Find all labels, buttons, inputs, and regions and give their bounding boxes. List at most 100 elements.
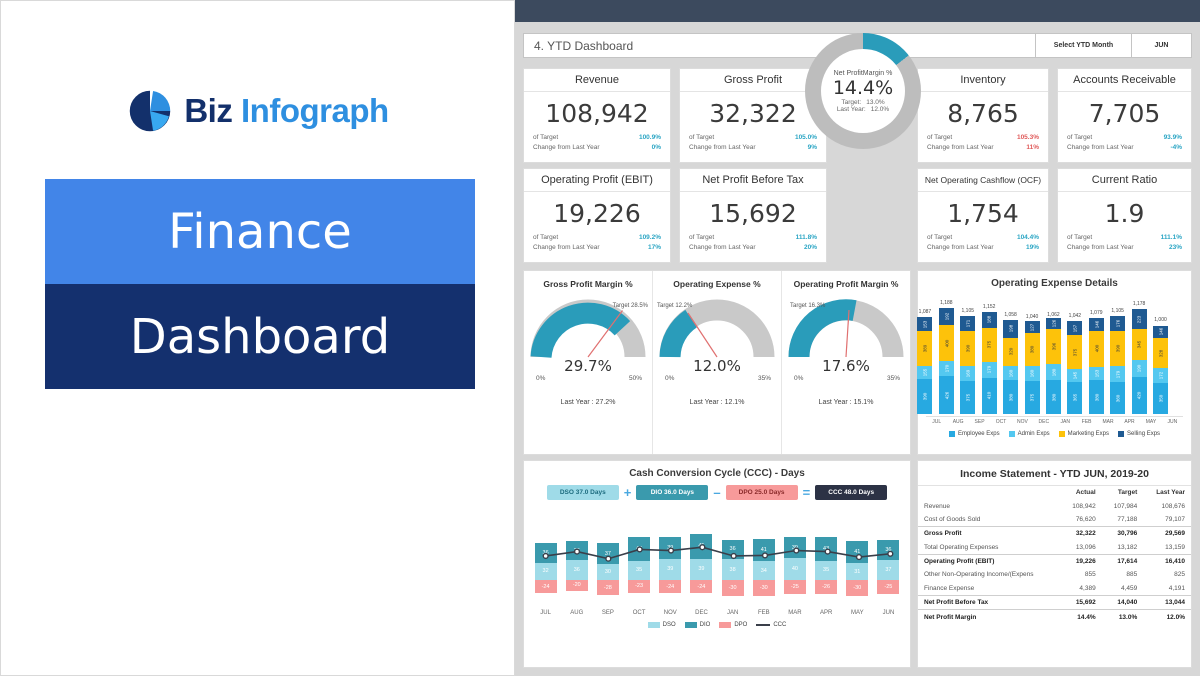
row-value: 4,191: [1143, 582, 1191, 596]
opex-segment-label: 410: [987, 392, 992, 400]
opex-bar: 1,042157375145365: [1067, 321, 1082, 414]
kpi-change-row: Change from Last Year 19%: [918, 242, 1048, 252]
axis-tick: JAN: [1055, 419, 1076, 425]
donut-target-value: 13.0%: [866, 99, 884, 106]
opex-segment-label: 126: [1051, 320, 1056, 328]
opex-segment: 345: [1132, 329, 1147, 360]
opex-segment: 180: [1046, 364, 1061, 380]
table-header-row: ActualTargetLast Year: [918, 486, 1191, 499]
row-value: 885: [1102, 568, 1144, 581]
legend-item: CCC: [756, 622, 786, 628]
net-profit-margin-donut: Net ProfitMargin % 14.4% Target: 13.0% L…: [805, 33, 921, 149]
row-value: 13,096: [1060, 541, 1102, 555]
gauge-operating-profit-margin: Operating Profit Margin % Target 16.3% 1…: [781, 271, 910, 454]
row-value: 12.0%: [1143, 610, 1191, 624]
opex-segment-label: 390: [965, 345, 970, 353]
table-row: Cost of Goods Sold76,62077,18879,107: [918, 513, 1191, 527]
kpi-card-revenue[interactable]: Revenue 108,942 of Target 100.9% Change …: [523, 68, 671, 163]
row-value: 855: [1060, 568, 1102, 581]
table-row: Net Profit Margin14.4%13.0%12.0%: [918, 610, 1191, 624]
axis-tick: AUG: [947, 419, 968, 425]
axis-tick: OCT: [990, 419, 1011, 425]
opex-segment-label: 145: [1072, 371, 1077, 379]
axis-tick: FEB: [1076, 419, 1097, 425]
opex-segment: 426: [939, 376, 954, 414]
column-header: Actual: [1060, 486, 1102, 499]
ccc-legend: DSODIODPOCCC: [524, 622, 910, 628]
donut-target-label: Target:: [841, 99, 861, 106]
axis-tick: NOV: [1012, 419, 1033, 425]
axis-tick: APR: [1119, 419, 1140, 425]
ytd-month-selector-value[interactable]: JUN: [1131, 34, 1191, 57]
window-top-bar: [515, 0, 1200, 22]
opex-segment: 320: [1003, 338, 1018, 366]
legend-swatch: [949, 431, 955, 437]
opex-segment-label: 172: [1158, 371, 1163, 379]
gauge-min-label: 0%: [536, 375, 545, 382]
gauge-target-label: Target 12.2%: [657, 303, 692, 309]
opex-segment: 169: [960, 366, 975, 381]
opex-segment: 410: [982, 378, 997, 414]
opex-segment-label: 380: [1051, 393, 1056, 401]
row-label: Finance Expense: [918, 582, 1060, 596]
table-row: Total Operating Expenses13,09613,18213,1…: [918, 541, 1191, 555]
axis-tick: MAY: [1140, 419, 1161, 425]
kpi-change-value: 11%: [1026, 144, 1039, 151]
kpi-change-label: Change from Last Year: [927, 144, 994, 151]
ytd-month-selector-label[interactable]: Select YTD Month: [1035, 34, 1131, 57]
gauge-operating-expense: Operating Expense % Target 12.2% 12.0% 0…: [652, 271, 781, 454]
opex-segment-label: 146: [1094, 321, 1099, 329]
opex-segment: 171: [960, 316, 975, 331]
opex-segment: 375: [960, 381, 975, 414]
gauge-last-year: Last Year : 15.1%: [782, 399, 910, 406]
legend-item: Selling Exps: [1118, 431, 1160, 437]
opex-segment: 328: [1153, 338, 1168, 367]
row-value: 13,182: [1102, 541, 1144, 555]
kpi-card-operating-profit[interactable]: Operating Profit (EBIT) 19,226 of Target…: [523, 168, 671, 263]
formula-pill: DIO 36.0 Days: [636, 485, 708, 500]
opex-segment-label: 170: [944, 365, 949, 373]
kpi-card-net-profit-before-tax[interactable]: Net Profit Before Tax 15,692 of Target 1…: [679, 168, 827, 263]
kpi-card-current-ratio[interactable]: Current Ratio 1.9 of Target 111.1% Chang…: [1057, 168, 1192, 263]
formula-operator: +: [624, 486, 632, 499]
kpi-card-accounts-receivable[interactable]: Accounts Receivable 7,705 of Target 93.9…: [1057, 68, 1192, 163]
row-value: 107,984: [1102, 499, 1144, 512]
kpi-card-net-operating-cashflow[interactable]: Net Operating Cashflow (OCF) 1,754 of Ta…: [917, 168, 1049, 263]
cover-banner: Finance Dashboard: [45, 179, 475, 389]
opex-segment: 400: [1089, 331, 1104, 367]
kpi-value: 1.9: [1058, 192, 1191, 232]
row-value: 77,188: [1102, 513, 1144, 527]
opex-bar-total: 1,188: [929, 300, 963, 306]
kpi-title: Accounts Receivable: [1058, 69, 1191, 92]
kpi-change-value: 19%: [1026, 244, 1039, 251]
axis-tick: JUN: [1162, 419, 1183, 425]
donut-center: Net ProfitMargin % 14.4% Target: 13.0% L…: [821, 49, 905, 133]
legend-label: Marketing Exps: [1068, 431, 1109, 437]
kpi-change-label: Change from Last Year: [689, 144, 756, 151]
banner-line-finance: Finance: [45, 179, 475, 284]
opex-segment: 190: [1132, 360, 1147, 377]
ccc-formula: DSO 37.0 Days+DIO 36.0 Days–DPO 25.0 Day…: [524, 485, 910, 500]
kpi-target-label: of Target: [533, 234, 558, 241]
row-value: 108,676: [1143, 499, 1191, 512]
kpi-change-row: Change from Last Year -4%: [1058, 142, 1191, 152]
row-value: 14,040: [1102, 596, 1144, 610]
brand-wordmark: Biz Infograph: [184, 92, 388, 130]
axis-tick: MAY: [842, 610, 873, 616]
axis-tick: OCT: [624, 610, 655, 616]
legend-item: Marketing Exps: [1059, 431, 1109, 437]
table-row: Gross Profit32,32230,79629,569: [918, 527, 1191, 541]
kpi-target-value: 104.4%: [1017, 234, 1039, 241]
gauge-last-year: Last Year : 27.2%: [524, 399, 652, 406]
row-value: 30,796: [1102, 527, 1144, 541]
kpi-target-row: of Target 104.4%: [918, 232, 1048, 242]
opex-segment-label: 400: [944, 339, 949, 347]
legend-item: DPO: [719, 622, 747, 628]
opex-bar-total: 1,178: [1122, 301, 1156, 307]
kpi-change-label: Change from Last Year: [927, 244, 994, 251]
opex-segment: 146: [1089, 318, 1104, 331]
opex-legend: Employee ExpsAdmin ExpsMarketing ExpsSel…: [918, 431, 1191, 437]
kpi-card-inventory[interactable]: Inventory 8,765 of Target 105.3% Change …: [917, 68, 1049, 163]
kpi-target-row: of Target 105.3%: [918, 132, 1048, 142]
axis-tick: DEC: [686, 610, 717, 616]
